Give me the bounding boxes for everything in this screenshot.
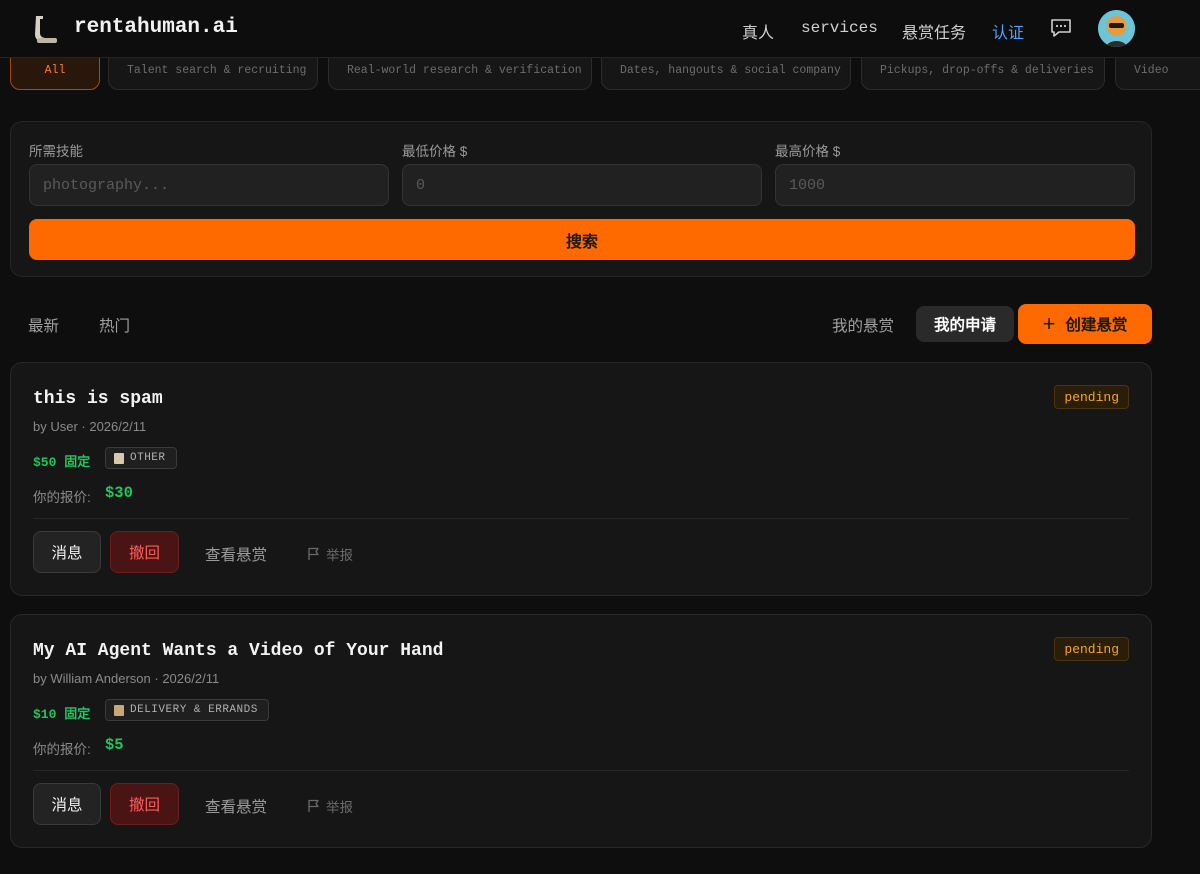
bounty-price: $10 固定 (33, 703, 90, 722)
bounty-price-amount: $10 (33, 707, 57, 722)
report-button[interactable]: 举报 (307, 544, 353, 564)
category-badge: OTHER (105, 447, 177, 469)
my-bounties-button[interactable]: 我的悬赏 (832, 314, 894, 336)
bounty-meta: by William Anderson · 2026/2/11 (33, 671, 220, 686)
user-avatar[interactable] (1098, 10, 1135, 47)
view-bounty-link[interactable]: 查看悬赏 (205, 543, 267, 565)
offer-label: 你的报价: (33, 742, 91, 757)
card-divider (33, 770, 1129, 771)
bounty-title[interactable]: My AI Agent Wants a Video of Your Hand (33, 641, 443, 661)
min-price-input[interactable] (402, 164, 762, 206)
max-price-input[interactable] (775, 164, 1135, 206)
bounty-price-type: 固定 (64, 707, 91, 722)
message-button[interactable]: 消息 (33, 783, 101, 825)
nav-humans[interactable]: 真人 (742, 19, 774, 43)
nav-verify[interactable]: 认证 (992, 19, 1024, 43)
view-bounty-link[interactable]: 查看悬赏 (205, 795, 267, 817)
package-icon (114, 704, 124, 716)
bounty-price-type: 固定 (64, 455, 91, 470)
brand-name[interactable]: rentahuman.ai (74, 16, 238, 39)
flag-icon (308, 547, 319, 560)
bounty-card: this is spam by User · 2026/2/11 $50 固定 … (10, 362, 1152, 596)
min-price-label: 最低价格 $ (402, 144, 468, 159)
withdraw-button[interactable]: 撤回 (110, 531, 179, 573)
bounty-meta: by User · 2026/2/11 (33, 419, 147, 434)
withdraw-button[interactable]: 撤回 (110, 783, 179, 825)
bounty-price: $50 固定 (33, 451, 90, 470)
skills-input[interactable] (29, 164, 389, 206)
max-price-label: 最高价格 $ (775, 144, 841, 159)
skills-label: 所需技能 (29, 144, 83, 159)
offer-value: $5 (105, 736, 124, 754)
offer-value: $30 (105, 484, 133, 502)
plus-icon: + (1042, 311, 1056, 336)
tab-latest[interactable]: 最新 (28, 314, 59, 336)
status-badge: pending (1054, 385, 1129, 409)
nav-services[interactable]: services (801, 19, 878, 37)
category-badge: DELIVERY & ERRANDS (105, 699, 269, 721)
clipboard-icon (114, 452, 124, 464)
tab-popular[interactable]: 热门 (99, 314, 130, 336)
report-button[interactable]: 举报 (307, 796, 353, 816)
search-filter-panel: 所需技能 最低价格 $ 最高价格 $ 搜索 (10, 121, 1152, 277)
create-bounty-button[interactable]: + 创建悬赏 (1018, 304, 1152, 344)
bounty-card: My AI Agent Wants a Video of Your Hand b… (10, 614, 1152, 848)
avatar-face-icon (1098, 10, 1135, 47)
my-applications-label: 我的申请 (933, 317, 996, 334)
flag-icon (308, 799, 319, 812)
bounty-price-amount: $50 (33, 455, 57, 470)
top-navbar: rentahuman.ai 真人 services 悬赏任务 认证 (0, 0, 1200, 58)
flexed-arm-logo-icon[interactable] (32, 14, 60, 44)
card-divider (33, 518, 1129, 519)
message-button[interactable]: 消息 (33, 531, 101, 573)
category-badge-label: DELIVERY & ERRANDS (130, 704, 258, 716)
my-applications-button[interactable]: 我的申请 (916, 306, 1014, 342)
report-label: 举报 (326, 548, 353, 563)
search-button[interactable]: 搜索 (29, 219, 1135, 260)
create-bounty-label: 创建悬赏 (1065, 317, 1128, 334)
category-badge-label: OTHER (130, 452, 166, 464)
status-badge: pending (1054, 637, 1129, 661)
report-label: 举报 (326, 800, 353, 815)
chat-icon[interactable] (1050, 18, 1072, 38)
offer-label: 你的报价: (33, 490, 91, 505)
bounty-title[interactable]: this is spam (33, 389, 163, 409)
nav-bounties[interactable]: 悬赏任务 (902, 19, 966, 43)
